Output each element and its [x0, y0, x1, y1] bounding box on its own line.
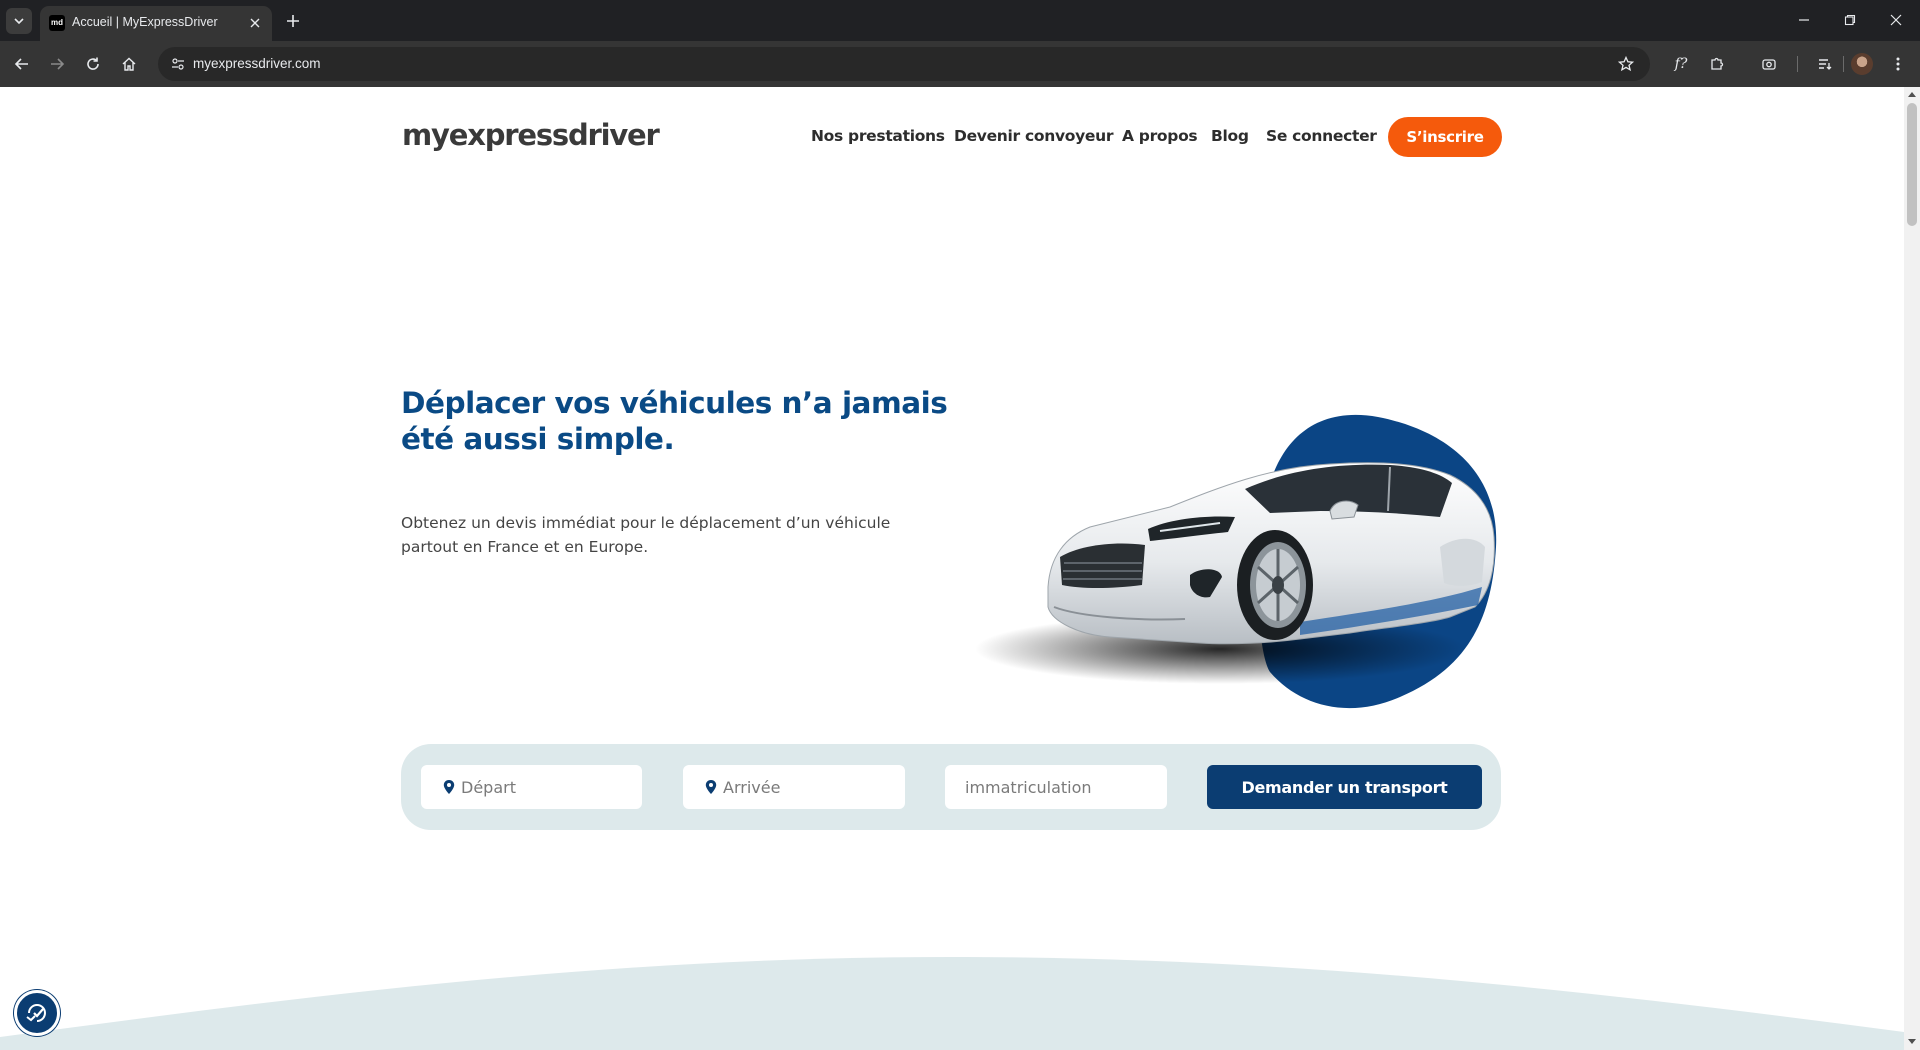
camera-icon [1762, 59, 1776, 70]
accessibility-icon [26, 1004, 46, 1022]
page-scrollbar[interactable] [1904, 87, 1920, 1050]
window-minimize-button[interactable] [1792, 8, 1816, 32]
nav-link-prestations[interactable]: Nos prestations [811, 127, 945, 145]
toolbar-separator [1797, 56, 1798, 72]
arrival-placeholder: Arrivée [723, 778, 781, 797]
home-button[interactable] [117, 52, 141, 76]
nav-link-devenir-convoyeur[interactable]: Devenir convoyeur [954, 127, 1114, 145]
arrival-field[interactable]: Arrivée [683, 765, 905, 809]
browser-menu-button[interactable] [1886, 52, 1910, 76]
close-icon [250, 18, 260, 28]
bookmark-button[interactable] [1614, 52, 1638, 76]
hero-subtitle: Obtenez un devis immédiat pour le déplac… [401, 514, 891, 556]
nav-link-blog[interactable]: Blog [1211, 127, 1249, 145]
plus-icon [287, 15, 299, 27]
minimize-icon [1799, 19, 1809, 21]
reading-list-icon [1819, 59, 1832, 70]
back-arrow-icon [14, 58, 28, 70]
forward-arrow-icon [51, 58, 65, 70]
browser-tabstrip: md Accueil | MyExpressDriver [0, 0, 1920, 41]
back-button[interactable] [10, 52, 34, 76]
accessibility-widget-button[interactable] [14, 990, 60, 1036]
location-pin-icon [705, 780, 717, 794]
departure-placeholder: Départ [461, 778, 516, 797]
signup-button[interactable]: S’inscrire [1388, 117, 1502, 157]
transport-search-form: Départ Arrivée immatriculation Demander … [401, 744, 1501, 830]
font-icon: f? [1674, 56, 1688, 72]
nav-link-a-propos[interactable]: A propos [1122, 127, 1198, 145]
profile-avatar[interactable] [1851, 53, 1873, 75]
site-logo[interactable]: myexpressdriver [402, 118, 660, 152]
plate-placeholder: immatriculation [965, 778, 1092, 797]
scroll-up-arrow[interactable] [1908, 92, 1916, 97]
font-extension-button[interactable]: f? [1669, 52, 1693, 76]
scrollbar-thumb[interactable] [1907, 103, 1917, 226]
kebab-menu-icon [1896, 57, 1900, 71]
toolbar-separator [1843, 56, 1844, 72]
puzzle-icon [1711, 57, 1724, 70]
forward-button[interactable] [45, 52, 69, 76]
decorative-wave [0, 957, 1904, 1050]
request-transport-button[interactable]: Demander un transport [1207, 765, 1482, 809]
hero-title: Déplacer vos véhicules n’a jamais été au… [401, 386, 948, 456]
chevron-down-icon [14, 18, 24, 25]
tab-close-button[interactable] [246, 14, 264, 32]
page-viewport: myexpressdriver Nos prestations Devenir … [0, 87, 1904, 1050]
screenshot-button[interactable] [1757, 52, 1781, 76]
plate-field[interactable]: immatriculation [945, 765, 1167, 809]
site-favicon: md [49, 15, 65, 31]
url-text: myexpressdriver.com [193, 56, 321, 71]
browser-toolbar: myexpressdriver.com f? [0, 41, 1920, 87]
site-info-button[interactable] [166, 52, 190, 76]
restore-icon [1844, 14, 1856, 26]
window-restore-button[interactable] [1838, 8, 1862, 32]
tab-title: Accueil | MyExpressDriver [72, 15, 218, 29]
nav-link-se-connecter[interactable]: Se connecter [1266, 127, 1377, 145]
reading-list-button[interactable] [1813, 52, 1837, 76]
address-bar[interactable]: myexpressdriver.com [158, 47, 1650, 81]
tune-icon [172, 58, 184, 70]
extensions-button[interactable] [1705, 52, 1729, 76]
tab-search-button[interactable] [6, 8, 32, 34]
new-tab-button[interactable] [282, 10, 304, 32]
close-icon [1890, 14, 1902, 26]
home-icon [122, 57, 136, 71]
window-close-button[interactable] [1884, 8, 1908, 32]
reload-button[interactable] [81, 52, 105, 76]
reload-icon [87, 57, 99, 70]
departure-field[interactable]: Départ [421, 765, 642, 809]
scroll-down-arrow[interactable] [1908, 1039, 1916, 1044]
location-pin-icon [443, 780, 455, 794]
browser-tab[interactable]: md Accueil | MyExpressDriver [40, 6, 272, 41]
front-wheel [1237, 530, 1313, 640]
hero-car-illustration [975, 414, 1497, 709]
star-icon [1618, 56, 1634, 72]
